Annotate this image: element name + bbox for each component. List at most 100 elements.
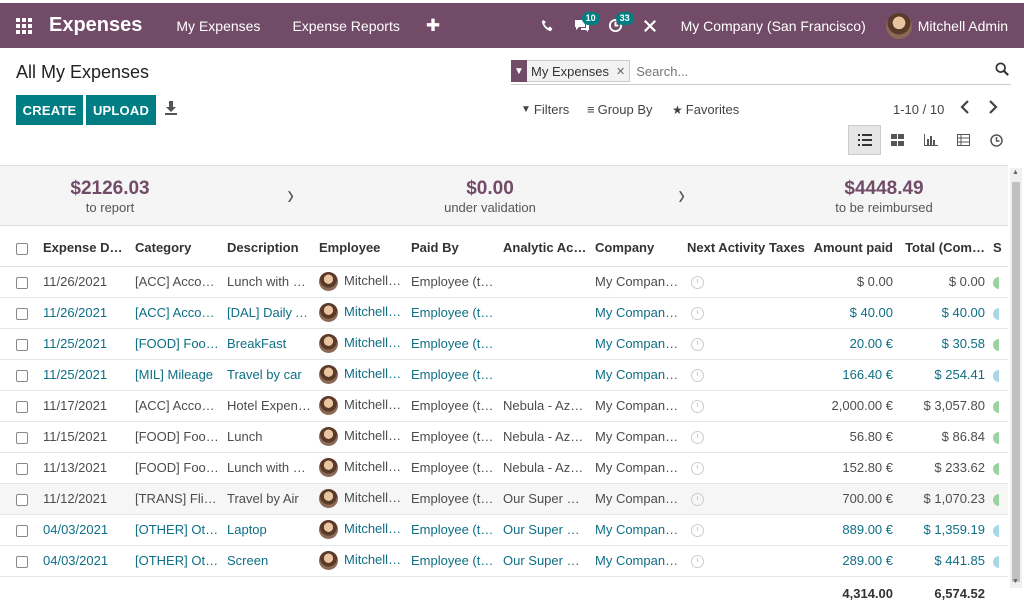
col-amount-paid[interactable]: Amount paid (806, 230, 897, 267)
chat-badge: 10 (581, 12, 600, 25)
cell-amount-paid: 166.40 € (806, 359, 897, 391)
clock-icon[interactable] (691, 307, 704, 321)
col-category[interactable]: Category (131, 230, 223, 267)
summary-label: to be reimbursed (835, 200, 933, 215)
table-row[interactable]: 04/03/2021 [OTHER] Oth… Screen Mitchell Ad E… (0, 545, 1008, 577)
clock-icon[interactable] (691, 462, 704, 476)
chat-icon[interactable]: 10 (565, 3, 600, 48)
row-checkbox[interactable] (16, 369, 28, 382)
row-checkbox[interactable] (16, 400, 28, 413)
clock-icon[interactable] (691, 400, 704, 414)
company-switcher[interactable]: My Company (San Francisco) (667, 18, 886, 34)
col-company[interactable]: Company (591, 230, 683, 267)
groupby-button[interactable]: ≡ Group By (587, 102, 653, 117)
cell-taxes (765, 266, 806, 298)
table-row[interactable]: 11/25/2021 [FOOD] Food… BreakFast Mitchell … (0, 328, 1008, 360)
upload-button[interactable]: UPLOAD (86, 95, 156, 125)
row-checkbox[interactable] (16, 276, 28, 289)
cell-total: $ 86.84 (897, 421, 989, 453)
clock-icon[interactable] (691, 493, 704, 507)
table-row[interactable]: 04/03/2021 [OTHER] Oth… Laptop Mitchell Ad E… (0, 514, 1008, 546)
kanban-view-icon[interactable] (881, 125, 914, 155)
row-checkbox[interactable] (16, 431, 28, 444)
cell-amount-paid: $ 0.00 (806, 266, 897, 298)
filter-funnel-icon: ▼ (521, 104, 531, 115)
clock-icon[interactable] (691, 276, 704, 290)
cell-total: $ 30.58 (897, 328, 989, 360)
col-description[interactable]: Description (223, 230, 315, 267)
activity-view-icon[interactable] (980, 125, 1013, 155)
activity-icon[interactable]: 33 (599, 3, 634, 48)
search-input[interactable] (636, 63, 937, 79)
tools-icon[interactable] (633, 3, 667, 48)
col-taxes[interactable]: Taxes (765, 230, 806, 267)
pager-previous-icon[interactable] (960, 100, 970, 117)
total-company-currency: 6,574.52 (934, 585, 985, 601)
graph-view-icon[interactable] (914, 125, 947, 155)
table-row[interactable]: 11/15/2021 [FOOD] Food… Lunch Mitchell Ad Em… (0, 421, 1008, 453)
row-checkbox[interactable] (16, 493, 28, 506)
vertical-scrollbar[interactable]: ▲ ▼ (1010, 168, 1022, 588)
select-all-checkbox[interactable] (16, 242, 28, 255)
cell-employee: Mitchell Ad (315, 545, 407, 577)
cell-status (989, 328, 1008, 360)
search-icon[interactable] (995, 61, 1009, 81)
row-checkbox[interactable] (16, 555, 28, 568)
pager-value[interactable]: 1-10 / 10 (893, 102, 944, 117)
clock-icon[interactable] (691, 524, 704, 538)
table-row[interactable]: 11/17/2021 [ACC] Acco… Hotel Expen… Mitchel… (0, 390, 1008, 422)
search-facet: ▼ My Expenses ✕ (511, 60, 631, 82)
col-paid-by[interactable]: Paid By (407, 230, 499, 267)
phone-icon[interactable] (531, 3, 565, 48)
clock-icon[interactable] (691, 431, 704, 445)
cell-paid-by: Employee (t… (407, 328, 499, 360)
col-total[interactable]: Total (Com… (897, 230, 989, 267)
table-row[interactable]: 11/12/2021 [TRANS] Flig… Travel by Air Mitc… (0, 483, 1008, 515)
cell-total: $ 254.41 (897, 359, 989, 391)
row-checkbox[interactable] (16, 307, 28, 320)
cell-category: [MIL] Mileage (131, 359, 223, 391)
col-status[interactable]: S (989, 230, 1008, 267)
create-button[interactable]: CREATE (16, 95, 83, 125)
scroll-down-icon[interactable]: ▼ (1012, 578, 1019, 585)
summary-to-be-reimbursed: $4448.49 to be reimbursed (814, 178, 954, 215)
cell-taxes (765, 390, 806, 422)
scrollbar-thumb[interactable] (1012, 182, 1020, 582)
table-row[interactable]: 11/25/2021 [MIL] Mileage Travel by car Mitc… (0, 359, 1008, 391)
cell-date: 11/25/2021 (39, 328, 131, 360)
pivot-view-icon[interactable] (947, 125, 980, 155)
table-row[interactable]: 11/26/2021 [ACC] Acco… Lunch with C… Mitche… (0, 266, 1008, 298)
clock-icon[interactable] (691, 555, 704, 569)
clock-icon[interactable] (691, 369, 704, 383)
employee-avatar (319, 334, 338, 353)
cell-amount-paid: 2,000.00 € (806, 390, 897, 422)
pager-next-icon[interactable] (988, 100, 998, 117)
filters-button[interactable]: ▼ Filters (521, 102, 569, 117)
favorites-button[interactable]: ★ Favorites (672, 102, 739, 117)
row-checkbox[interactable] (16, 462, 28, 475)
app-menu-icon[interactable] (0, 3, 48, 48)
col-next-activity[interactable]: Next Activity (683, 230, 765, 267)
menu-my-expenses[interactable]: My Expenses (160, 18, 276, 34)
table-row[interactable]: 11/13/2021 [FOOD] Food… Lunch with C… Mitch… (0, 452, 1008, 484)
table-row[interactable]: 11/26/2021 [ACC] Acco… [DAL] Daily A… Mitch… (0, 297, 1008, 329)
cell-date: 11/25/2021 (39, 359, 131, 391)
scroll-up-icon[interactable]: ▲ (1012, 169, 1019, 176)
row-checkbox[interactable] (16, 524, 28, 537)
cell-analytic-account (499, 297, 591, 329)
menu-expense-reports[interactable]: Expense Reports (276, 18, 415, 34)
col-expense-date[interactable]: Expense D… (39, 230, 131, 267)
app-name[interactable]: Expenses (49, 14, 142, 37)
col-employee[interactable]: Employee (315, 230, 407, 267)
download-icon[interactable] (164, 100, 180, 118)
remove-facet-icon[interactable]: ✕ (616, 65, 625, 78)
cell-paid-by: Employee (t… (407, 266, 499, 298)
user-menu[interactable]: Mitchell Admin (885, 12, 1024, 39)
cell-next-activity (683, 297, 765, 329)
row-checkbox[interactable] (16, 338, 28, 351)
cell-description: BreakFast (223, 328, 315, 360)
clock-icon[interactable] (691, 338, 704, 352)
plus-icon[interactable]: ✚ (416, 16, 450, 36)
list-view-icon[interactable] (848, 125, 881, 155)
col-analytic-account[interactable]: Analytic Ac… (499, 230, 591, 267)
